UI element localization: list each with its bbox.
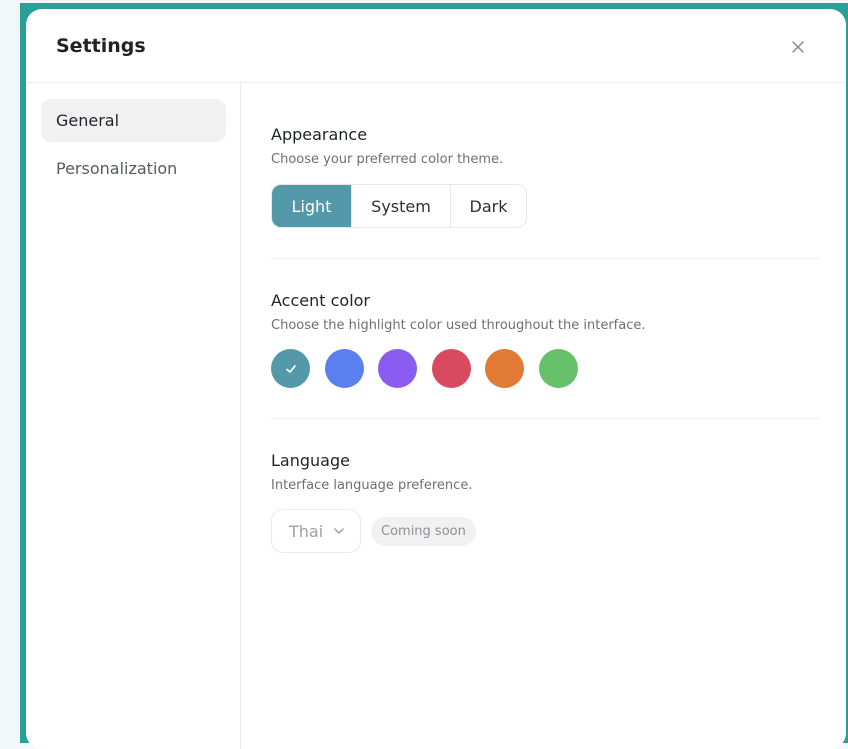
accent-swatch-purple[interactable] bbox=[378, 349, 417, 388]
appearance-description: Choose your preferred color theme. bbox=[271, 152, 504, 167]
accent-title: Accent color bbox=[271, 291, 370, 310]
accent-swatch-teal[interactable] bbox=[271, 349, 310, 388]
section-divider bbox=[271, 258, 819, 259]
dialog-title: Settings bbox=[56, 35, 146, 57]
accent-description: Choose the highlight color used througho… bbox=[271, 318, 646, 333]
dialog-header: Settings bbox=[26, 9, 846, 83]
settings-sidebar: General Personalization bbox=[26, 83, 241, 749]
language-select[interactable]: Thai bbox=[271, 509, 361, 553]
close-icon bbox=[792, 41, 804, 53]
theme-selector: Light System Dark bbox=[271, 184, 527, 228]
theme-option-system[interactable]: System bbox=[352, 185, 451, 227]
close-button[interactable] bbox=[783, 33, 813, 61]
section-divider bbox=[271, 418, 819, 419]
settings-dialog: Settings General Personalization Appeara… bbox=[26, 9, 846, 749]
chevron-down-icon bbox=[333, 527, 345, 535]
language-select-value: Thai bbox=[289, 521, 324, 541]
language-title: Language bbox=[271, 451, 350, 470]
theme-option-light[interactable]: Light bbox=[272, 185, 352, 227]
check-icon bbox=[285, 364, 296, 373]
sidebar-item-personalization[interactable]: Personalization bbox=[41, 147, 226, 190]
theme-option-dark[interactable]: Dark bbox=[451, 185, 526, 227]
coming-soon-badge: Coming soon bbox=[371, 517, 476, 546]
language-description: Interface language preference. bbox=[271, 478, 473, 493]
sidebar-item-general[interactable]: General bbox=[41, 99, 226, 142]
appearance-title: Appearance bbox=[271, 125, 368, 144]
accent-swatch-green[interactable] bbox=[539, 349, 578, 388]
accent-swatch-orange[interactable] bbox=[485, 349, 524, 388]
accent-swatch-blue[interactable] bbox=[325, 349, 364, 388]
accent-swatch-red[interactable] bbox=[432, 349, 471, 388]
